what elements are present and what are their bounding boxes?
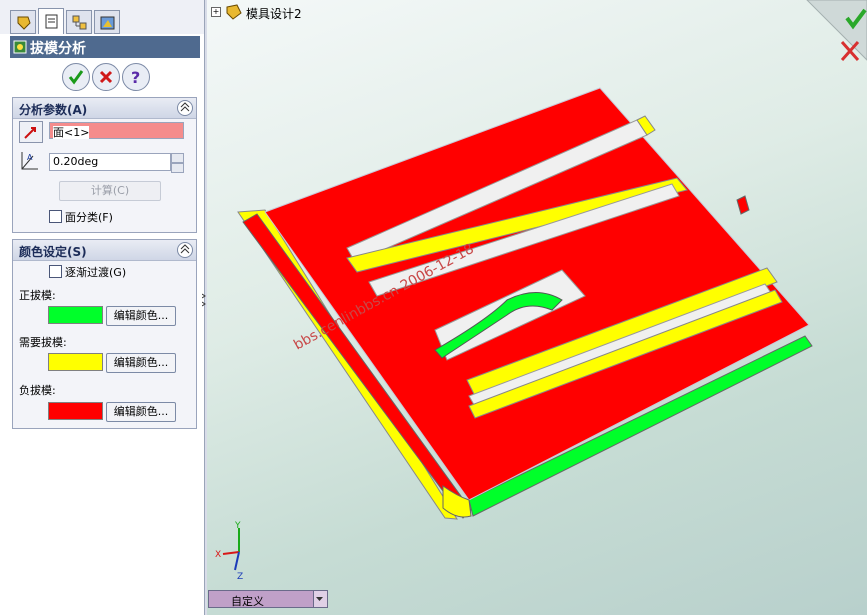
panel-title-bar: 拔模分析 (10, 36, 200, 58)
ok-button[interactable] (62, 63, 90, 91)
calculate-button[interactable]: 计算(C) (59, 181, 161, 201)
face-selection-value: 面<1> (53, 126, 90, 139)
face-select-icon (24, 127, 36, 139)
triad-y-label: Y (234, 521, 241, 531)
analysis-params-group: 分析参数(A) 面<1> A 0.20deg 计算(C) 面分类(F) (12, 97, 197, 233)
tab-property-manager[interactable] (38, 8, 64, 34)
edit-negative-color-button[interactable]: 编辑颜色... (106, 402, 176, 422)
property-manager-icon (45, 14, 58, 29)
color-settings-header[interactable]: 颜色设定(S) (13, 240, 196, 261)
negative-draft-label: 负拔模: (19, 384, 56, 397)
ok-icon (68, 70, 84, 85)
analysis-params-label: 分析参数(A) (19, 103, 88, 117)
face-classify-label: 面分类(F) (65, 211, 113, 224)
collapse-icon (180, 102, 190, 112)
spin-down-button[interactable] (171, 163, 184, 173)
edit-required-color-button[interactable]: 编辑颜色... (106, 353, 176, 373)
draft-analysis-icon (13, 40, 27, 54)
edit-positive-color-button[interactable]: 编辑颜色... (106, 306, 176, 326)
tab-display-manager[interactable] (94, 10, 120, 34)
view-orientation-select[interactable]: 自定义 (208, 590, 328, 608)
draft-angle-spinner[interactable] (171, 153, 184, 173)
face-select-button[interactable] (19, 121, 43, 143)
draft-analysis-model: bbs.cenlinbbs.cn 2006-12-18 (237, 87, 813, 520)
collapse-color-button[interactable] (177, 242, 193, 258)
help-button[interactable]: ? (122, 63, 150, 91)
required-draft-label: 需要拔模: (19, 336, 67, 349)
svg-text:?: ? (131, 68, 140, 86)
required-draft-swatch (48, 353, 103, 371)
configuration-manager-icon (72, 15, 87, 30)
analysis-params-header[interactable]: 分析参数(A) (13, 98, 196, 119)
color-settings-label: 颜色设定(S) (19, 245, 87, 259)
gradual-transition-label: 逐渐过渡(G) (65, 266, 127, 279)
graphics-area[interactable]: + 模具设计2 bbs.cenlinbbs.cn 2006-12-18 Y X … (207, 0, 867, 615)
chevron-down-icon (316, 597, 323, 601)
positive-draft-label: 正拔模: (19, 289, 56, 302)
orientation-triad: Y X Z (215, 521, 243, 580)
triad-z-label: Z (237, 572, 243, 580)
face-selection-field[interactable]: 面<1> (49, 122, 184, 139)
view-orientation-dropdown[interactable] (313, 591, 327, 607)
cancel-button[interactable] (92, 63, 120, 91)
triad-x-label: X (215, 550, 221, 560)
color-settings-group: 颜色设定(S) 逐渐过渡(G) 正拔模: 编辑颜色... 需要拔模: 编辑颜色.… (12, 239, 197, 429)
manager-tabs (0, 0, 204, 34)
spin-up-button[interactable] (171, 153, 184, 163)
face-classify-checkbox[interactable] (49, 210, 62, 223)
positive-draft-swatch (48, 306, 103, 324)
draft-angle-input[interactable]: 0.20deg (49, 153, 171, 171)
cancel-icon (99, 70, 113, 84)
draft-angle-icon: A (21, 152, 38, 170)
panel-splitter[interactable] (202, 290, 206, 314)
gradual-transition-checkbox[interactable] (49, 265, 62, 278)
collapse-icon (180, 244, 190, 254)
panel-title: 拔模分析 (30, 41, 86, 57)
view-orientation-value: 自定义 (231, 595, 264, 608)
tab-feature-manager[interactable] (10, 10, 36, 34)
help-icon: ? (131, 68, 140, 86)
property-manager: 拔模分析 ? 分析参数(A) 面<1> A 0.20deg 计算(C) 面分类(… (0, 0, 205, 615)
svg-text:A: A (27, 153, 33, 162)
feature-manager-icon (17, 16, 31, 30)
negative-draft-swatch (48, 402, 103, 420)
display-manager-icon (100, 16, 115, 30)
tab-configuration-manager[interactable] (66, 10, 92, 34)
action-buttons: ? (10, 60, 200, 94)
collapse-analysis-button[interactable] (177, 100, 193, 116)
